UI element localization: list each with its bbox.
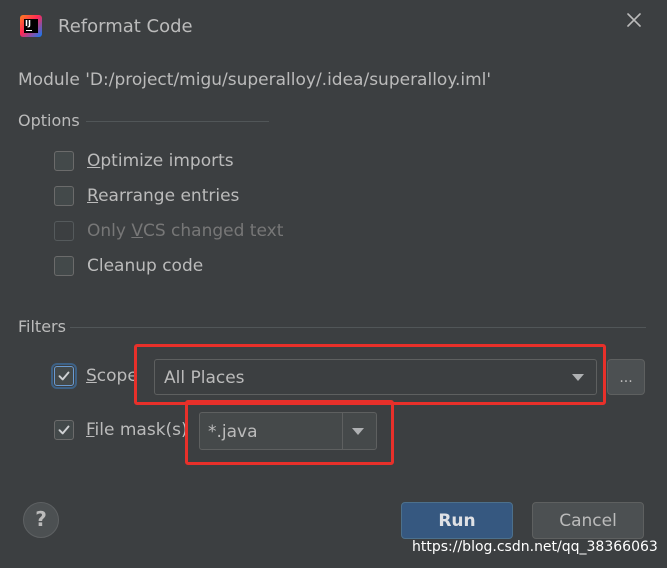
cleanup-code-option[interactable]: Cleanup code xyxy=(54,256,203,276)
help-button[interactable]: ? xyxy=(23,502,59,538)
chevron-down-icon[interactable] xyxy=(352,428,364,435)
filters-section-label: Filters xyxy=(18,317,66,336)
scope-checkbox[interactable] xyxy=(51,363,77,389)
cleanup-code-checkbox[interactable] xyxy=(54,256,74,276)
scope-label: cope xyxy=(96,366,138,386)
file-mask-option[interactable]: File mask(s) xyxy=(54,420,188,440)
module-path-label: Module 'D:/project/migu/superalloy/.idea… xyxy=(18,70,492,90)
only-vcs-label: CS changed text xyxy=(142,221,284,241)
only-vcs-mnemonic: V xyxy=(131,221,143,241)
only-vcs-checkbox xyxy=(54,221,74,241)
only-vcs-prefix: Only xyxy=(87,221,132,241)
optimize-imports-checkbox[interactable] xyxy=(54,151,74,171)
scope-browse-button[interactable]: ... xyxy=(607,359,645,395)
cleanup-code-label: Cleanup code xyxy=(87,256,204,276)
file-mask-value[interactable]: *.java xyxy=(208,422,258,442)
file-mask-combobox[interactable]: *.java xyxy=(199,412,377,450)
only-vcs-option: Only VCS changed text xyxy=(54,221,283,241)
filters-separator xyxy=(70,327,646,328)
rearrange-entries-mnemonic: R xyxy=(87,186,99,206)
title-bar: IJ Reformat Code xyxy=(0,0,667,56)
dialog-title: Reformat Code xyxy=(58,16,193,37)
optimize-imports-mnemonic: O xyxy=(87,151,101,171)
checkmark-icon xyxy=(58,371,70,381)
optimize-imports-label: ptimize imports xyxy=(100,151,234,171)
file-mask-checkbox[interactable] xyxy=(54,420,74,440)
intellij-app-icon: IJ xyxy=(20,15,42,37)
file-mask-mnemonic: F xyxy=(86,420,95,440)
run-button[interactable]: Run xyxy=(401,502,513,539)
chevron-down-icon xyxy=(572,374,584,381)
combo-divider xyxy=(342,413,343,449)
scope-option[interactable]: Scope xyxy=(51,363,138,389)
checkmark-icon xyxy=(58,425,70,435)
optimize-imports-option[interactable]: Optimize imports xyxy=(54,151,234,171)
options-section-label: Options xyxy=(18,111,80,130)
watermark-text: https://blog.csdn.net/qq_38366063 xyxy=(412,539,658,555)
rearrange-entries-option[interactable]: Rearrange entries xyxy=(54,186,239,206)
file-mask-label: ile mask(s) xyxy=(94,420,188,440)
close-icon[interactable] xyxy=(622,8,646,32)
options-separator xyxy=(86,121,269,122)
scope-mnemonic: S xyxy=(86,366,97,386)
cancel-button[interactable]: Cancel xyxy=(532,502,644,539)
rearrange-entries-checkbox[interactable] xyxy=(54,186,74,206)
scope-selected-value: All Places xyxy=(164,368,245,388)
scope-combobox[interactable]: All Places xyxy=(154,359,597,395)
rearrange-entries-label: earrange entries xyxy=(98,186,240,206)
